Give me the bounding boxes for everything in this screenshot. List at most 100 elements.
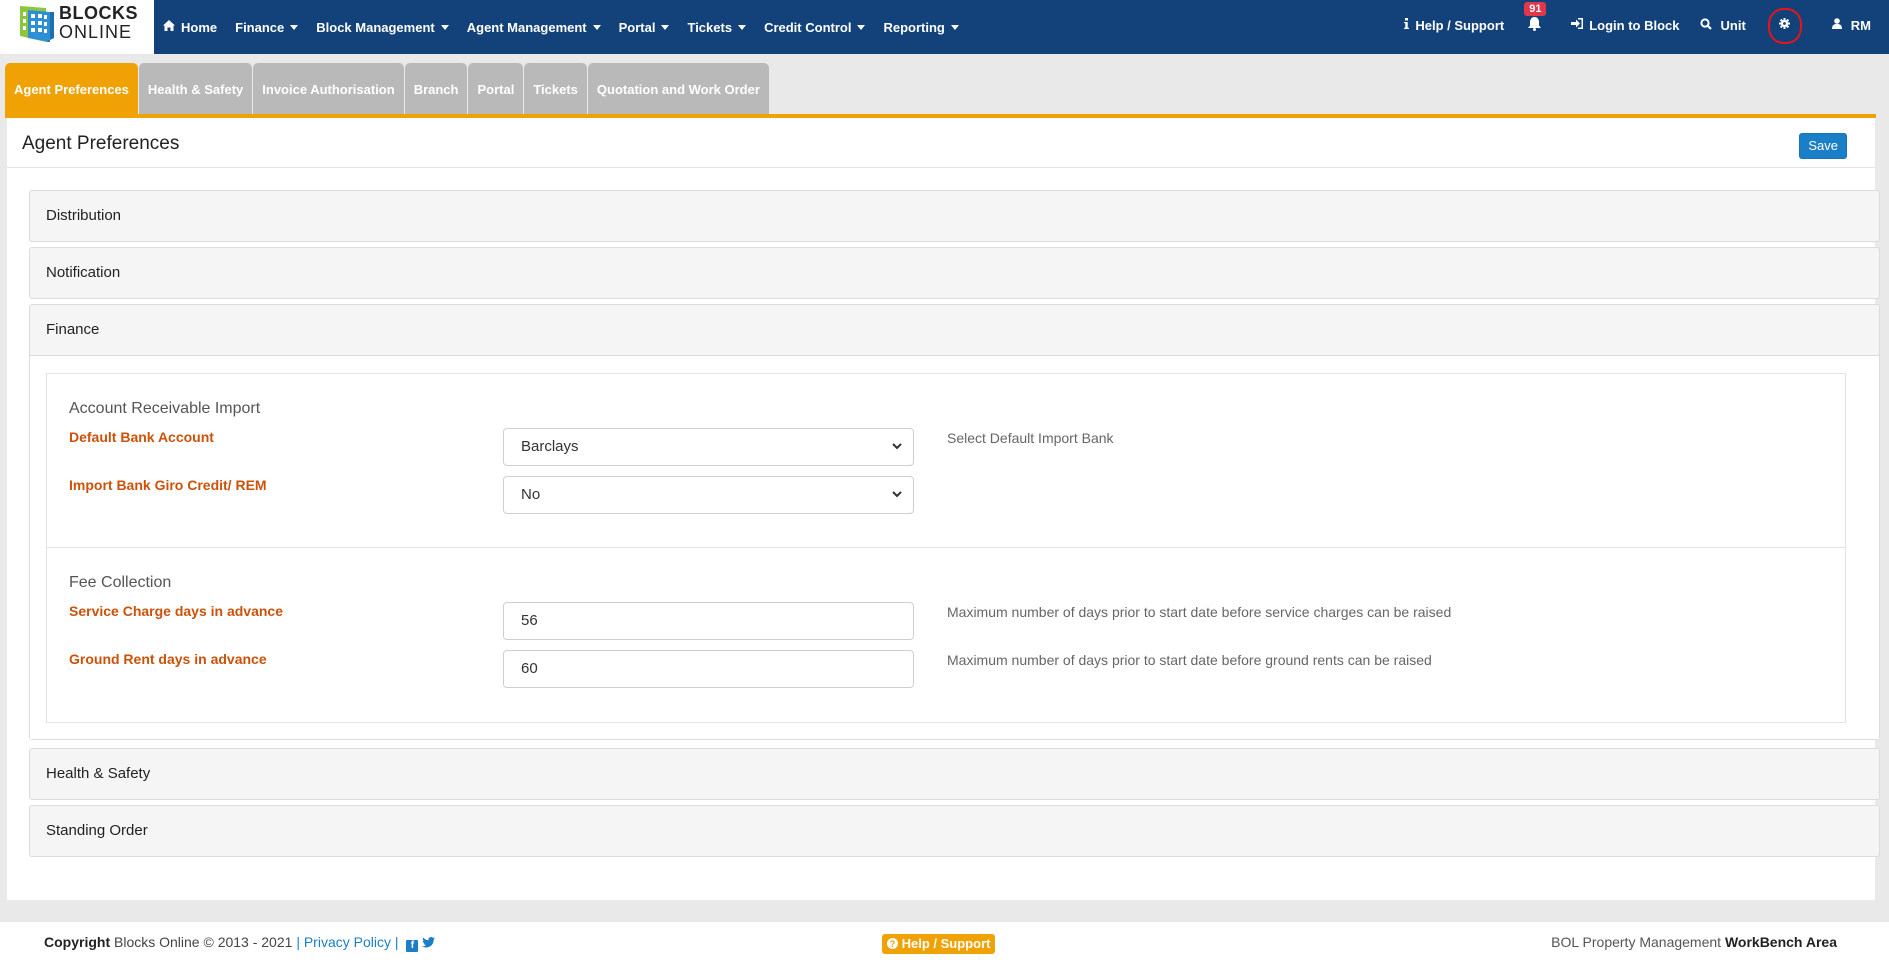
main-menu: Home Finance Block Management Agent Mana… xyxy=(163,0,977,54)
user-icon xyxy=(1831,18,1842,32)
default-bank-label: Default Bank Account xyxy=(69,429,214,445)
info-icon xyxy=(1404,18,1410,32)
building-logo-icon xyxy=(20,6,54,42)
caret-down-icon xyxy=(592,24,601,30)
nav-credit-control-label: Credit Control xyxy=(764,19,852,35)
help-support-link[interactable]: Help / Support xyxy=(1404,18,1504,33)
finance-body: Account Receivable Import Default Bank A… xyxy=(30,356,1879,739)
default-bank-help: Select Default Import Bank xyxy=(947,430,1114,446)
tab-agent-preferences[interactable]: Agent Preferences xyxy=(5,63,138,116)
copyright-label: Copyright xyxy=(44,934,111,950)
notifications-button[interactable]: 91 xyxy=(1524,1,1547,34)
nav-tickets[interactable]: Tickets xyxy=(687,19,747,35)
caret-down-icon xyxy=(738,24,747,30)
user-menu[interactable]: RM xyxy=(1831,17,1871,33)
footer-workbench: BOL Property Management WorkBench Area xyxy=(1551,934,1837,950)
tab-quotation-work-order[interactable]: Quotation and Work Order xyxy=(587,63,769,116)
service-charge-label: Service Charge days in advance xyxy=(69,603,283,619)
nav-tickets-label: Tickets xyxy=(687,19,733,35)
nav-credit-control[interactable]: Credit Control xyxy=(764,19,866,35)
chevron-down-icon xyxy=(892,491,902,498)
home-icon xyxy=(163,20,175,34)
tab-health-safety[interactable]: Health & Safety xyxy=(138,63,253,116)
notification-badge: 91 xyxy=(1524,1,1547,16)
brand-line2: ONLINE xyxy=(59,22,133,42)
tab-tickets[interactable]: Tickets xyxy=(524,63,587,116)
service-charge-help: Maximum number of days prior to start da… xyxy=(947,604,1452,620)
brand-logo[interactable]: BLOCKS ONLINE xyxy=(0,0,154,54)
default-bank-value: Barclays xyxy=(521,438,579,455)
divider xyxy=(7,167,1875,168)
tab-portal[interactable]: Portal xyxy=(468,63,524,116)
footer: Copyright Blocks Online © 2013 - 2021 | … xyxy=(0,922,1889,964)
giro-credit-value: No xyxy=(521,486,541,503)
twitter-icon[interactable] xyxy=(422,934,436,950)
footer-separator: | xyxy=(394,934,399,950)
settings-button[interactable] xyxy=(1767,8,1802,44)
caret-down-icon xyxy=(661,24,670,30)
nav-agent-management[interactable]: Agent Management xyxy=(467,20,601,35)
giro-credit-label: Import Bank Giro Credit/ REM xyxy=(69,477,267,493)
accordion-standing-order-header[interactable]: Standing Order xyxy=(30,806,1879,856)
highlight-circle xyxy=(1767,8,1802,44)
nav-finance-label: Finance xyxy=(235,19,285,35)
page-title: Agent Preferences xyxy=(22,133,180,154)
service-charge-days-input[interactable]: 56 xyxy=(503,602,914,640)
question-circle-icon: ? xyxy=(887,936,902,951)
nav-home[interactable]: Home xyxy=(163,20,217,35)
ground-rent-help: Maximum number of days prior to start da… xyxy=(947,652,1432,668)
footer-right-bold: WorkBench Area xyxy=(1724,934,1837,950)
accordion-finance-header[interactable]: Finance xyxy=(30,305,1879,356)
top-right-menu: Help / Support 91 Login to Block Unit RM xyxy=(1404,0,1889,50)
accordion-health-safety-header[interactable]: Health & Safety xyxy=(30,749,1879,799)
facebook-icon[interactable]: f xyxy=(406,940,419,952)
tab-branch[interactable]: Branch xyxy=(404,63,468,116)
accordion-standing-order: Standing Order xyxy=(29,805,1880,857)
unit-label: Unit xyxy=(1720,17,1746,33)
footer-separator: | xyxy=(296,934,300,950)
login-to-block-label: Login to Block xyxy=(1589,17,1680,33)
nav-portal[interactable]: Portal xyxy=(619,20,670,35)
footer-right-text: BOL Property Management xyxy=(1551,934,1722,950)
accordion-finance: Finance Account Receivable Import Defaul… xyxy=(29,304,1880,740)
top-navbar: BLOCKS ONLINE Home Finance Block Managem… xyxy=(0,0,1889,54)
preferences-tabs: Agent Preferences Health & Safety Invoic… xyxy=(5,63,770,116)
fee-collection-section: Fee Collection Service Charge days in ad… xyxy=(46,547,1846,723)
save-button[interactable]: Save xyxy=(1799,133,1847,159)
nav-portal-label: Portal xyxy=(618,19,656,35)
unit-search[interactable]: Unit xyxy=(1699,17,1746,33)
nav-block-management[interactable]: Block Management xyxy=(316,20,449,35)
giro-credit-select[interactable]: No xyxy=(503,476,914,514)
search-icon xyxy=(1699,17,1712,33)
caret-down-icon xyxy=(950,24,959,30)
ar-import-title: Account Receivable Import xyxy=(69,400,261,417)
accordion-distribution: Distribution xyxy=(29,190,1880,242)
nav-reporting-label: Reporting xyxy=(883,19,945,35)
footer-help-support-button[interactable]: ? Help / Support xyxy=(882,934,996,954)
accordion-health-safety: Health & Safety xyxy=(29,748,1880,800)
caret-down-icon xyxy=(290,24,299,30)
login-to-block-link[interactable]: Login to Block xyxy=(1571,17,1680,33)
privacy-policy-link[interactable]: Privacy Policy xyxy=(304,934,391,950)
accordion-notification-header[interactable]: Notification xyxy=(30,248,1879,298)
accordion-distribution-header[interactable]: Distribution xyxy=(30,191,1879,241)
nav-finance[interactable]: Finance xyxy=(235,19,299,35)
tab-invoice-authorisation[interactable]: Invoice Authorisation xyxy=(253,63,404,116)
user-initials: RM xyxy=(1850,17,1871,33)
svg-text:?: ? xyxy=(890,939,896,949)
default-bank-select[interactable]: Barclays xyxy=(503,428,914,466)
accordion-notification: Notification xyxy=(29,247,1880,299)
ground-rent-days-input[interactable]: 60 xyxy=(503,650,914,688)
chevron-down-icon xyxy=(892,443,902,450)
copyright-text: Blocks Online © 2013 - 2021 xyxy=(114,934,293,950)
nav-home-label: Home xyxy=(181,19,218,35)
agent-preferences-panel: Agent Preferences Save Distribution Noti… xyxy=(7,118,1880,900)
ground-rent-label: Ground Rent days in advance xyxy=(69,651,267,667)
nav-reporting[interactable]: Reporting xyxy=(883,19,959,35)
footer-copyright: Copyright Blocks Online © 2013 - 2021 | … xyxy=(44,934,436,952)
brand-line1: BLOCKS xyxy=(59,3,138,23)
caret-down-icon xyxy=(857,24,866,30)
sign-in-icon xyxy=(1571,18,1584,32)
brand-text: BLOCKS ONLINE xyxy=(59,4,138,42)
footer-help-support-label: Help / Support xyxy=(901,936,991,951)
